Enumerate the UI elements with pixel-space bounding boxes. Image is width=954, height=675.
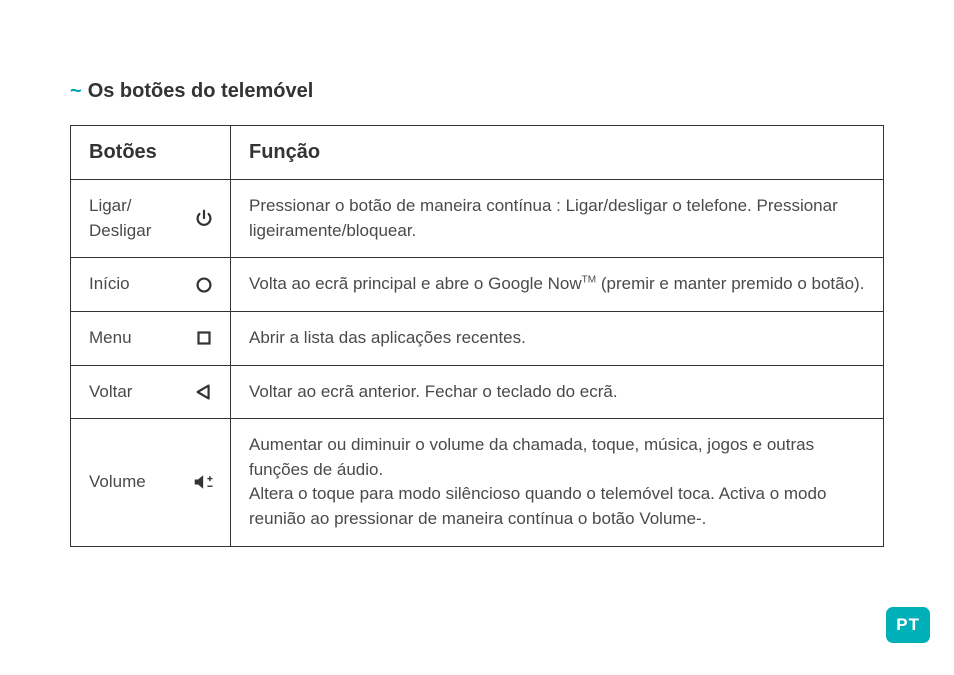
trademark-symbol: TM — [582, 275, 596, 286]
volume-icon — [192, 470, 216, 494]
table-row: Voltar Voltar ao ecrã anterior. Fechar o… — [71, 365, 884, 419]
home-circle-icon — [192, 273, 216, 297]
function-cell: Voltar ao ecrã anterior. Fechar o teclad… — [231, 365, 884, 419]
button-cell-menu: Menu — [71, 311, 231, 365]
button-label: Ligar/ Desligar — [89, 194, 151, 243]
table-row: Ligar/ Desligar Pressionar o botão de ma… — [71, 180, 884, 258]
button-cell-home: Início — [71, 258, 231, 312]
button-label: Início — [89, 272, 130, 297]
table-row: Menu Abrir a lista das aplicações recent… — [71, 311, 884, 365]
button-label: Menu — [89, 326, 132, 351]
button-cell-volume: Volume — [71, 419, 231, 547]
table-row: Início Volta ao ecrã principal e abre o … — [71, 258, 884, 312]
section-heading: ~ Os botões do telemóvel — [70, 80, 884, 103]
button-label: Volume — [89, 470, 146, 495]
header-function: Função — [231, 126, 884, 180]
power-icon — [192, 207, 216, 231]
function-cell: Abrir a lista das aplicações recentes. — [231, 311, 884, 365]
table-row: Volume Aumentar ou diminuir o volume da … — [71, 419, 884, 547]
button-cell-back: Voltar — [71, 365, 231, 419]
button-label: Voltar — [89, 380, 132, 405]
function-cell: Pressionar o botão de maneira contínua :… — [231, 180, 884, 258]
buttons-table: Botões Função Ligar/ Desligar Pressionar… — [70, 125, 884, 547]
section-heading-tilde: ~ — [70, 80, 82, 102]
function-cell: Aumentar ou diminuir o volume da chamada… — [231, 419, 884, 547]
back-triangle-icon — [192, 380, 216, 404]
desc-prefix: Volta ao ecrã principal e abre o Google … — [249, 274, 582, 293]
section-heading-text: Os botões do telemóvel — [88, 80, 314, 102]
function-cell: Volta ao ecrã principal e abre o Google … — [231, 258, 884, 312]
table-header-row: Botões Função — [71, 126, 884, 180]
recent-square-icon — [192, 326, 216, 350]
desc-suffix: (premir e manter premido o botão). — [596, 274, 864, 293]
button-cell-power: Ligar/ Desligar — [71, 180, 231, 258]
language-tab-pt: PT — [886, 607, 930, 643]
header-buttons: Botões — [71, 126, 231, 180]
